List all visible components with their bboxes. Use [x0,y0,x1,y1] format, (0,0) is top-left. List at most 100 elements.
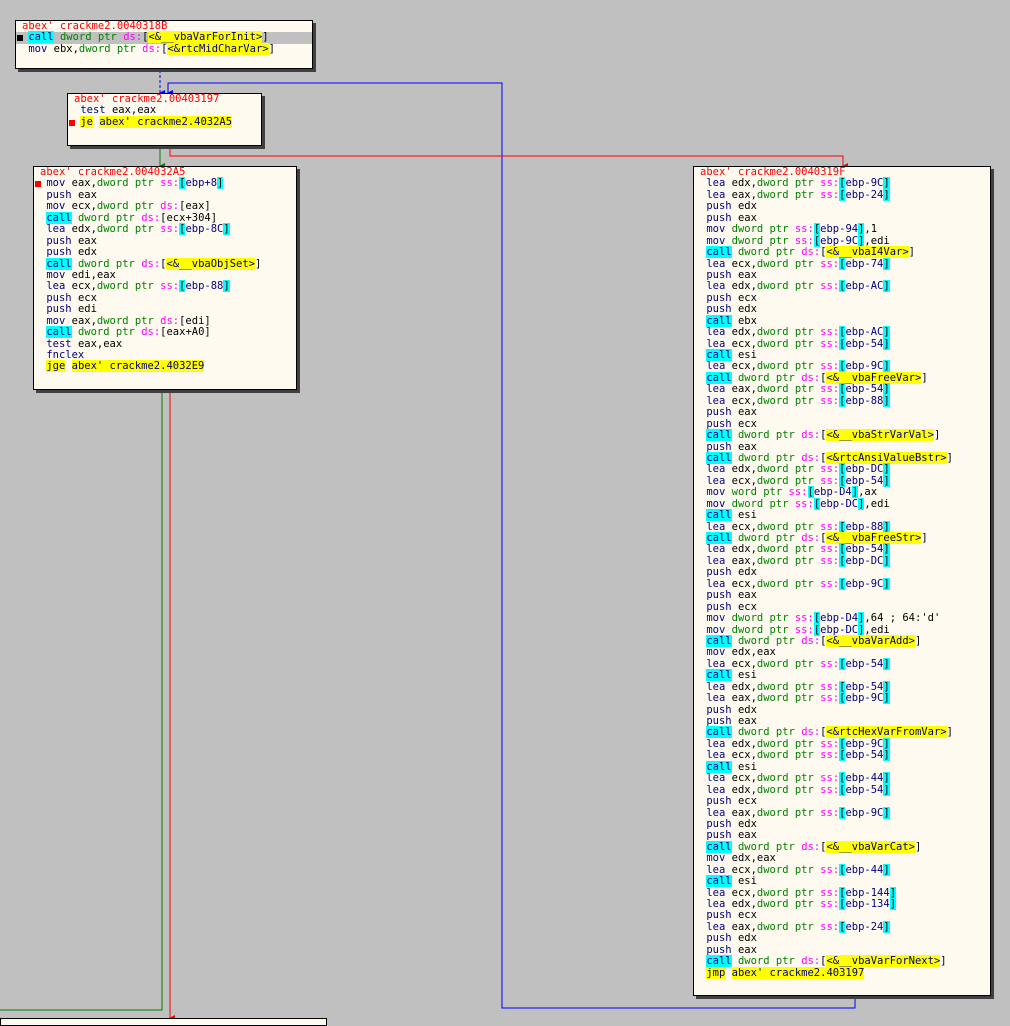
instruction-text: lea eax,dword ptr ss:[ebp-9C] [706,806,890,819]
instruction-text: call dword ptr ds:[<&__vbaFreeVar>] [706,371,928,384]
instruction-line[interactable]: jge abex' crackme2.4032E9 [34,360,296,373]
instruction-text: lea edx,dword ptr ss:[ebp-AC] [706,280,890,293]
instruction-text: call dword ptr ds:[<&__vbaVarForInit>] [28,31,269,44]
breakpoint-marker[interactable] [69,119,75,126]
instruction-text: mov edx,eax [706,852,776,865]
instruction-text: mov dword ptr ss:[ebp-9C],edi [706,234,890,247]
instruction-text: lea edx,dword ptr ss:[ebp-54] [706,543,890,556]
instruction-text: jmp abex' crackme2.403197 [706,966,865,979]
instruction-text: lea eax,dword ptr ss:[ebp-24] [706,920,890,933]
instruction-text: call dword ptr ds:[<&__vbaFreeStr>] [706,532,928,544]
instruction-text: push ecx [706,600,757,613]
instruction-text: call dword ptr ds:[<&__vbaVarCat>] [706,840,922,853]
instruction-text: mov ebx,dword ptr ds:[<&rtcMidCharVar>] [28,42,275,55]
instruction-text: push eax [706,268,757,281]
code-block-next[interactable] [0,1018,327,1026]
instruction-text: mov edx,eax [706,646,776,659]
instruction-text: test eax,eax [46,337,123,350]
instruction-text: mov edi,eax [46,268,116,281]
instruction-text: push edx [706,303,757,316]
instruction-text: lea ecx,dword ptr ss:[ebp-44] [706,772,890,785]
instruction-text: lea ecx,dword ptr ss:[ebp-9C] [706,360,890,373]
instruction-text: push eax [706,589,757,602]
instruction-text: mov word ptr ss:[ebp-D4],ax [706,486,878,499]
instruction-text: push eax [46,188,97,201]
instruction-text: call esi [706,349,757,361]
instruction-text: lea eax,dword ptr ss:[ebp-DC] [706,554,890,567]
instruction-text: lea edx,dword ptr ss:[ebp-134] [706,898,897,910]
instruction-text: lea edx,dword ptr ss:[ebp-9C] [706,177,890,190]
instruction-text: call dword ptr ds:[<&__vbaStrVarVal>] [706,429,941,442]
instruction-text: lea edx,dword ptr ss:[ebp-54] [706,680,890,693]
instruction-text: call esi [706,875,757,888]
instruction-text: push ecx [706,909,757,922]
instruction-text: lea edx,dword ptr ss:[ebp-AC] [706,326,890,339]
instruction-text: lea ecx,dword ptr ss:[ebp-54] [706,474,890,487]
instruction-text: mov ecx,dword ptr ds:[eax] [46,200,211,213]
instruction-text: call esi [706,760,757,773]
instruction-text: lea edx,dword ptr ss:[ebp-9C] [706,737,890,750]
edge-b2-b4 [169,146,848,169]
instruction-text: call dword ptr ds:[eax+A0] [46,326,211,339]
instruction-text: push ecx [706,795,757,808]
instruction-text: push eax [706,715,757,727]
instruction-text: lea ecx,dword ptr ss:[ebp-44] [706,863,890,876]
instruction-text: lea ecx,dword ptr ss:[ebp-88] [706,394,890,407]
instruction-text: je abex' crackme2.4032A5 [80,115,233,128]
instruction-text: test eax,eax [80,104,157,117]
instruction-text: mov dword ptr ss:[ebp-DC],edi [706,497,890,510]
instruction-text: push edx [706,703,757,716]
instruction-text: push edi [46,303,97,316]
instruction-text: call dword ptr ds:[<&__vbaI4Var>] [706,246,915,259]
instruction-text: lea ecx,dword ptr ss:[ebp-88] [46,280,230,293]
instruction-text: lea eax,dword ptr ss:[ebp-9C] [706,692,890,705]
instruction-text: push eax [706,211,757,224]
instruction-text: push edx [46,246,97,259]
instruction-text: lea ecx,dword ptr ss:[ebp-9C] [706,577,890,590]
instruction-text: lea ecx,dword ptr ss:[ebp-88] [706,520,890,533]
instruction-text: push ecx [706,291,757,304]
breakpoint-marker[interactable] [17,35,23,42]
instruction-text: lea ecx,dword ptr ss:[ebp-54] [706,337,890,350]
instruction-text: push ecx [46,291,97,304]
instruction-text: call dword ptr ds:[<&__vbaObjSet>] [46,257,262,270]
instruction-text: push ecx [706,417,757,430]
instruction-text: call dword ptr ds:[<&__vbaVarForNext>] [706,955,947,968]
instruction-text: push eax [46,234,97,247]
instruction-text: call esi [706,669,757,682]
instruction-text: mov dword ptr ss:[ebp-D4],64 ; 64:'d' [706,612,941,625]
instruction-text: fnclex [46,349,85,361]
instruction-text: lea ecx,dword ptr ss:[ebp-74] [706,257,890,270]
instruction-text: push eax [706,943,757,956]
instruction-line[interactable]: mov ebx,dword ptr ds:[<&rtcMidCharVar>] [16,42,312,55]
code-block-00403197[interactable]: abex' crackme2.00403197 test eax,eax je … [67,93,262,146]
code-block-0040318B[interactable]: abex' crackme2.0040318B call dword ptr d… [15,20,313,69]
instruction-text: call dword ptr ds:[<&rtcAnsiValueBstr>] [706,451,953,464]
instruction-text: lea eax,dword ptr ss:[ebp-54] [706,383,890,396]
instruction-text: jge abex' crackme2.4032E9 [46,360,205,373]
instruction-text: call dword ptr ds:[ecx+304] [46,211,218,224]
instruction-text: mov dword ptr ss:[ebp-94],1 [706,223,878,236]
instruction-text: lea ecx,dword ptr ss:[ebp-54] [706,657,890,670]
instruction-text: lea edx,dword ptr ss:[ebp-DC] [706,463,890,476]
instruction-text: lea eax,dword ptr ss:[ebp-24] [706,188,890,201]
instruction-text: mov dword ptr ss:[ebp-DC],edi [706,623,890,636]
control-flow-graph[interactable]: abex' crackme2.0040318B call dword ptr d… [0,0,1010,1026]
instruction-text: mov eax,dword ptr ss:[ebp+8] [46,177,224,190]
code-block-0040319F[interactable]: abex' crackme2.0040319F lea edx,dword pt… [693,166,991,996]
instruction-line[interactable]: je abex' crackme2.4032A5 [68,115,261,128]
code-block-004032A5[interactable]: abex' crackme2.004032A5 mov eax,dword pt… [33,166,297,390]
instruction-text: push eax [706,440,757,453]
instruction-line[interactable]: jmp abex' crackme2.403197 [694,966,990,979]
instruction-text: push edx [706,817,757,830]
instruction-text: call esi [706,509,757,522]
instruction-text: lea edx,dword ptr ss:[ebp-54] [706,783,890,796]
instruction-text: call ebx [706,314,757,327]
instruction-text: push edx [706,932,757,945]
breakpoint-marker[interactable] [35,181,41,188]
instruction-text: lea edx,dword ptr ss:[ebp-8C] [46,223,230,236]
instruction-text: push edx [706,566,757,579]
edge-b3-true [0,390,163,1011]
instruction-text: call dword ptr ds:[<&__vbaVarAdd>] [706,634,922,647]
instruction-text: push edx [706,200,757,213]
